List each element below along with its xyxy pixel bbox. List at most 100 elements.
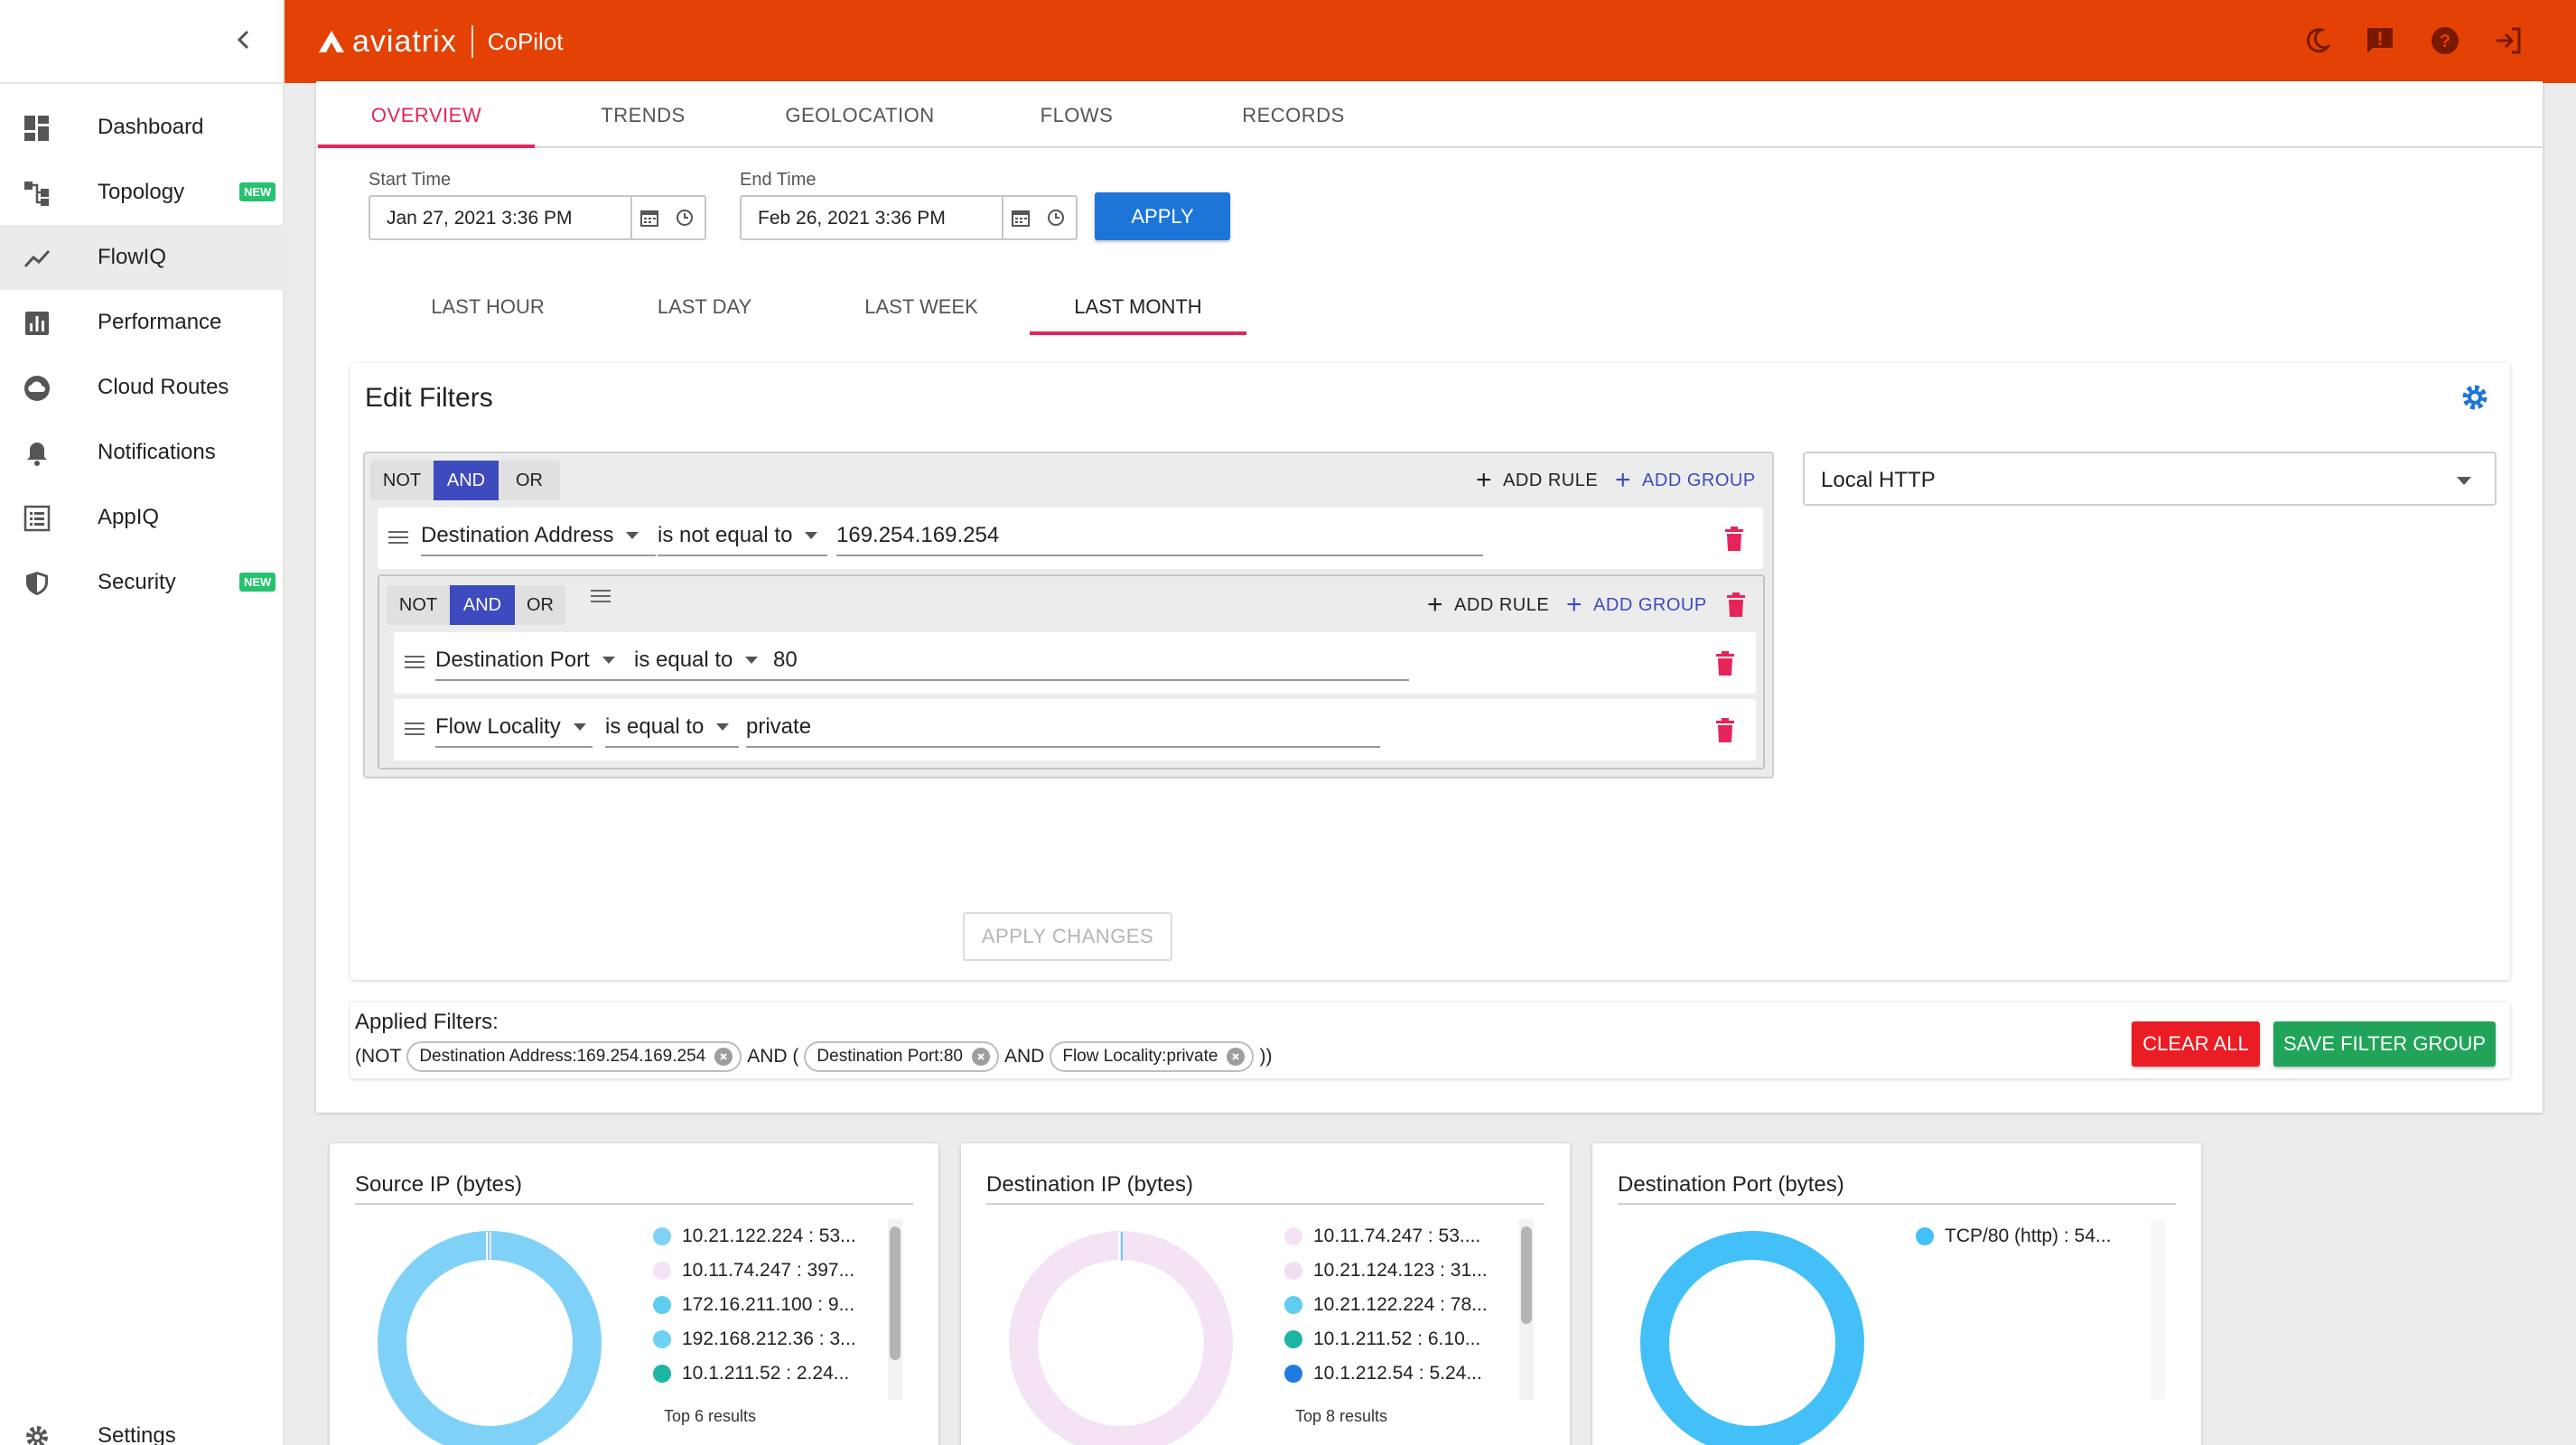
legend-scrollbar[interactable]	[1519, 1219, 1534, 1400]
legend-item[interactable]: 10.1.211.52 : 2.24...	[653, 1356, 879, 1391]
rule-value-input[interactable]: 169.254.169.254	[836, 517, 1483, 556]
legend-item[interactable]: 10.11.74.247 : 397...	[653, 1254, 879, 1288]
legend-swatch	[1916, 1227, 1934, 1245]
legend-item[interactable]: 10.1.212.54 : 5.24...	[1284, 1356, 1510, 1391]
end-time-field[interactable]: Feb 26, 2021 3:36 PM	[740, 195, 1078, 240]
legend-item[interactable]: 10.21.122.224 : 78...	[1284, 1288, 1510, 1322]
end-clock-button[interactable]	[1038, 197, 1074, 238]
add-rule-button-nested[interactable]: + ADD RULE	[1427, 587, 1549, 623]
clear-all-button[interactable]: CLEAR ALL	[2132, 1021, 2260, 1067]
logic-not-button[interactable]: NOT	[370, 461, 434, 500]
logic-or-button[interactable]: OR	[515, 585, 565, 625]
sidebar-item-notifications[interactable]: Notifications	[0, 420, 285, 485]
legend-swatch	[653, 1365, 671, 1383]
legend-label: 10.21.124.123 : 31...	[1313, 1260, 1488, 1281]
save-filter-group-button[interactable]: SAVE FILTER GROUP	[2273, 1021, 2496, 1067]
rule-operator-select[interactable]: is not equal to	[658, 517, 827, 556]
remove-chip-icon[interactable]	[972, 1048, 990, 1066]
tab-overview[interactable]: OVERVIEW	[318, 83, 535, 148]
dark-mode-button[interactable]	[2298, 22, 2336, 60]
product-name: CoPilot	[487, 27, 564, 55]
rule-field-select[interactable]: Flow Locality	[435, 708, 593, 748]
chart-title: Source IP (bytes)	[355, 1172, 522, 1197]
collapse-sidebar-button[interactable]	[226, 22, 262, 58]
help-button[interactable]: ?	[2426, 22, 2464, 60]
filter-chip[interactable]: Destination Address:169.254.169.254	[406, 1041, 742, 1072]
legend-scrollbar[interactable]	[888, 1219, 902, 1400]
legend-item[interactable]: TCP/80 (http) : 54...	[1916, 1219, 2142, 1254]
expr-text: AND	[1004, 1046, 1045, 1067]
rule-operator-select[interactable]: is equal to	[634, 641, 775, 681]
saved-filter-select[interactable]: Local HTTP	[1803, 452, 2497, 506]
sidebar-item-flowiq[interactable]: FlowIQ	[0, 225, 285, 290]
apply-changes-button[interactable]: APPLY CHANGES	[963, 912, 1172, 961]
logic-and-button[interactable]: AND	[450, 585, 515, 625]
filter-chip[interactable]: Destination Port:80	[804, 1041, 999, 1072]
legend-item[interactable]: 172.16.211.100 : 9...	[653, 1288, 879, 1322]
tab-geolocation[interactable]: GEOLOCATION	[751, 83, 968, 148]
end-calendar-button[interactable]	[1002, 197, 1038, 238]
clock-icon	[677, 210, 693, 226]
sidebar-divider	[0, 82, 285, 84]
range-last-week[interactable]: LAST WEEK	[813, 280, 1030, 334]
delete-rule-button[interactable]	[1713, 648, 1738, 679]
delete-group-button[interactable]	[1723, 590, 1749, 620]
sidebar-item-settings[interactable]: Settings	[0, 1402, 285, 1445]
drag-handle-icon[interactable]	[388, 530, 408, 545]
rule-field-select[interactable]: Destination Port	[435, 641, 639, 681]
drag-handle-icon[interactable]	[405, 722, 425, 736]
drag-handle-icon[interactable]	[591, 589, 611, 603]
range-last-month[interactable]: LAST MONTH	[1030, 280, 1246, 334]
drag-handle-icon[interactable]	[405, 655, 425, 669]
trash-icon	[1727, 592, 1745, 617]
add-group-button-nested[interactable]: + ADD GROUP	[1566, 587, 1707, 623]
logic-or-button[interactable]: OR	[499, 461, 560, 500]
legend-item[interactable]: 10.21.122.224 : 53...	[653, 1219, 879, 1254]
rule-operator-select[interactable]: is equal to	[605, 708, 739, 748]
delete-rule-button[interactable]	[1713, 715, 1738, 746]
sidebar-item-label: Performance	[98, 310, 222, 334]
rule-field-value: Destination Address	[421, 523, 614, 547]
add-group-button[interactable]: + ADD GROUP	[1615, 462, 1756, 499]
rule-field-select[interactable]: Destination Address	[421, 517, 656, 556]
feedback-button[interactable]	[2361, 22, 2399, 60]
sidebar-item-label: Cloud Routes	[98, 375, 229, 399]
range-last-hour[interactable]: LAST HOUR	[379, 280, 596, 334]
apply-button[interactable]: APPLY	[1095, 192, 1230, 240]
rule-value-input[interactable]: 80	[773, 641, 1409, 681]
legend-item[interactable]: 192.168.212.36 : 3...	[653, 1322, 879, 1356]
sidebar-item-appiq[interactable]: AppIQ	[0, 485, 285, 550]
logic-and-button[interactable]: AND	[434, 461, 499, 500]
range-last-day[interactable]: LAST DAY	[596, 280, 813, 334]
tab-flows[interactable]: FLOWS	[968, 83, 1185, 148]
sidebar-item-security[interactable]: Security NEW	[0, 550, 285, 615]
filter-settings-button[interactable]	[2459, 381, 2491, 414]
tab-trends[interactable]: TRENDS	[535, 83, 751, 148]
legend-scrollbar[interactable]	[2151, 1219, 2165, 1400]
trash-icon	[1725, 527, 1743, 551]
sidebar-item-dashboard[interactable]: Dashboard	[0, 95, 285, 160]
add-rule-button[interactable]: + ADD RULE	[1476, 462, 1598, 499]
legend-swatch	[1284, 1262, 1302, 1280]
legend-item[interactable]: 10.11.74.247 : 53....	[1284, 1219, 1510, 1254]
legend-item[interactable]: 10.1.211.52 : 6.10...	[1284, 1322, 1510, 1356]
expr-text: (NOT	[355, 1046, 402, 1067]
sidebar-item-label: Settings	[98, 1423, 176, 1445]
sidebar-item-cloud-routes[interactable]: Cloud Routes	[0, 355, 285, 420]
logic-not-button[interactable]: NOT	[387, 585, 450, 625]
sidebar-item-performance[interactable]: Performance	[0, 290, 285, 355]
delete-rule-button[interactable]	[1722, 524, 1747, 555]
legend-label: 10.21.122.224 : 78...	[1313, 1294, 1488, 1315]
tab-records[interactable]: RECORDS	[1185, 83, 1402, 148]
rule-value-input[interactable]: private	[746, 708, 1380, 748]
logout-button[interactable]	[2489, 22, 2527, 60]
legend-label: 10.11.74.247 : 53....	[1313, 1226, 1481, 1246]
remove-chip-icon[interactable]	[1227, 1048, 1246, 1066]
start-clock-button[interactable]	[667, 197, 703, 238]
start-calendar-button[interactable]	[630, 197, 667, 238]
filter-chip[interactable]: Flow Locality:private	[1050, 1041, 1255, 1072]
legend-item[interactable]: 10.21.124.123 : 31...	[1284, 1254, 1510, 1288]
remove-chip-icon[interactable]	[714, 1048, 733, 1066]
sidebar-item-topology[interactable]: Topology NEW	[0, 160, 285, 225]
start-time-field[interactable]: Jan 27, 2021 3:36 PM	[369, 195, 706, 240]
